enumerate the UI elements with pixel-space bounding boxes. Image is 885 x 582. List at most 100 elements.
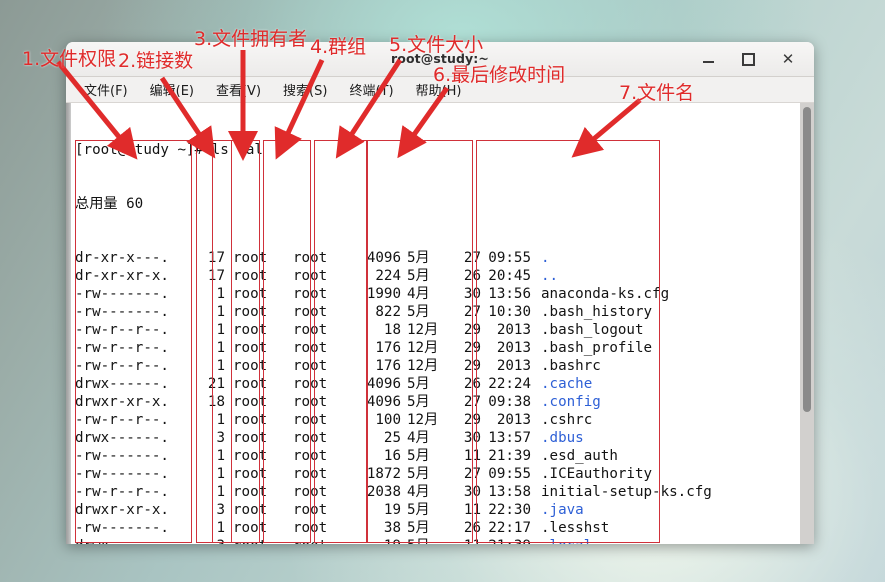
menu-edit[interactable]: 编辑(E)	[139, 78, 205, 102]
cell-size: 176	[375, 358, 401, 374]
cell-link-count: 3	[216, 430, 225, 446]
cell-day: 11	[463, 502, 481, 518]
cell-owner: root	[233, 394, 268, 410]
terminal-scrollbar[interactable]	[800, 103, 814, 544]
cell-group: root	[293, 304, 328, 320]
cell-permissions: dr-xr-x---.	[75, 250, 169, 266]
cell-day: 26	[463, 520, 481, 536]
cell-size: 1872	[366, 466, 401, 482]
annotation-filename: 7.文件名	[619, 82, 695, 104]
cell-filename: .dbus	[541, 430, 584, 446]
cell-owner: root	[233, 358, 268, 374]
cell-group: root	[293, 484, 328, 500]
cell-size: 16	[383, 448, 401, 464]
cell-time: 10:30	[488, 304, 531, 320]
ls-row: -rw-r--r--. 1 root root 18 12月 29 2013 .bash_log…	[75, 321, 800, 339]
ls-row: -rw-r--r--. 1 root root 2038 4月 30 13:58 initial…	[75, 483, 800, 501]
cell-month: 5月	[407, 304, 430, 320]
cell-size: 822	[375, 304, 401, 320]
menu-search[interactable]: 搜索(S)	[272, 78, 338, 102]
cell-permissions: -rw-------.	[75, 304, 169, 320]
cell-link-count: 1	[216, 412, 225, 428]
cell-month: 4月	[407, 484, 430, 500]
cell-size: 176	[375, 340, 401, 356]
cell-group: root	[287, 537, 347, 544]
menu-terminal[interactable]: 终端(T)	[338, 78, 404, 102]
cell-month: 5月	[407, 376, 430, 392]
cell-time: 21:39	[488, 448, 531, 464]
cell-filename: .	[541, 250, 550, 266]
annotation-permissions: 1.文件权限	[22, 48, 117, 70]
annotation-link-count: 2.链接数	[118, 50, 194, 72]
cell-time: 09:55	[488, 250, 531, 266]
cell-owner: root	[233, 322, 268, 338]
prompt-line: [root@study ~]# ls -al	[75, 142, 263, 158]
menu-file[interactable]: 文件(F)	[73, 78, 139, 102]
minimize-button[interactable]	[698, 49, 718, 69]
cell-size: 18	[383, 322, 401, 338]
ls-row: -rw-------. 1 root root 1990 4月 30 13:56 anacond…	[75, 285, 800, 303]
cell-day: 11	[445, 537, 481, 544]
cell-time: 22:17	[488, 520, 531, 536]
cell-group: root	[293, 430, 328, 446]
minimize-icon	[702, 61, 714, 63]
cell-filename: .config	[541, 394, 601, 410]
cell-time: 2013	[496, 412, 531, 428]
cell-day: 30	[463, 286, 481, 302]
ls-row: drwx------. 21 root root 4096 5月 26 22:24 .cache	[75, 375, 800, 393]
ls-row: drwx------. 3 root root 25 4月 30 13:57 .dbus	[75, 429, 800, 447]
cell-owner: root	[233, 286, 268, 302]
terminal-scrollbar-thumb[interactable]	[803, 107, 811, 412]
ls-row: -rw-r--r--. 1 root root 100 12月 29 2013 .cshrc	[75, 411, 800, 429]
terminal-body[interactable]: [root@study ~]# ls -al 总用量 60 dr-xr-x---…	[66, 103, 814, 544]
cell-link-count: 17	[207, 250, 225, 266]
terminal-output[interactable]: [root@study ~]# ls -al 总用量 60 dr-xr-x---…	[71, 103, 800, 544]
cell-size: 4096	[366, 376, 401, 392]
cell-link-count: 1	[216, 304, 225, 320]
cell-time: 2013	[496, 358, 531, 374]
cell-day: 27	[463, 394, 481, 410]
cell-day: 26	[463, 268, 481, 284]
cell-owner: root	[233, 430, 268, 446]
maximize-button[interactable]	[738, 49, 758, 69]
cell-filename: .java	[541, 502, 584, 518]
cell-permissions: -rw-r--r--.	[75, 484, 169, 500]
cell-day: 30	[463, 484, 481, 500]
cell-size: 4096	[366, 250, 401, 266]
cell-time: 13:57	[488, 430, 531, 446]
ls-row: dr-xr-x---. 17 root root 4096 5月 27 09:55.	[75, 249, 800, 267]
cell-link-count: 1	[216, 448, 225, 464]
menu-view[interactable]: 查看(V)	[205, 78, 272, 102]
close-button[interactable]: ✕	[778, 49, 798, 69]
ls-row: drwx------.3rootroot195月1121:39.local	[75, 537, 800, 544]
close-icon: ✕	[781, 49, 795, 68]
cell-permissions: -rw-r--r--.	[75, 340, 169, 356]
cell-size: 100	[375, 412, 401, 428]
cell-owner: root	[233, 376, 268, 392]
cell-day: 27	[463, 466, 481, 482]
cell-group: root	[293, 520, 328, 536]
cell-owner: root	[233, 268, 268, 284]
terminal-window[interactable]: root@study:~ ✕ 文件(F) 编辑(E) 查看(V) 搜索(S) 终…	[66, 42, 814, 544]
cell-month: 5月	[407, 394, 430, 410]
cell-permissions: dr-xr-xr-x.	[75, 268, 169, 284]
ls-listing: dr-xr-x---. 17 root root 4096 5月 27 09:55. dr-xr…	[75, 249, 800, 544]
cell-size: 1990	[366, 286, 401, 302]
cell-day: 29	[463, 412, 481, 428]
cell-link-count: 3	[216, 502, 225, 518]
cell-time: 22:24	[488, 376, 531, 392]
cell-month: 5月	[407, 502, 430, 518]
cell-link-count: 21	[207, 376, 225, 392]
cell-owner: root	[233, 340, 268, 356]
cell-owner: root	[233, 484, 268, 500]
cell-group: root	[293, 322, 328, 338]
cell-day: 26	[463, 376, 481, 392]
cell-filename: ..	[541, 268, 559, 284]
cell-month: 4月	[407, 286, 430, 302]
cell-time: 09:38	[488, 394, 531, 410]
cell-permissions: -rw-r--r--.	[75, 358, 169, 374]
annotation-size: 5.文件大小	[389, 34, 484, 56]
cell-group: root	[293, 340, 328, 356]
cell-filename: .local	[535, 537, 592, 544]
cell-link-count: 1	[216, 520, 225, 536]
